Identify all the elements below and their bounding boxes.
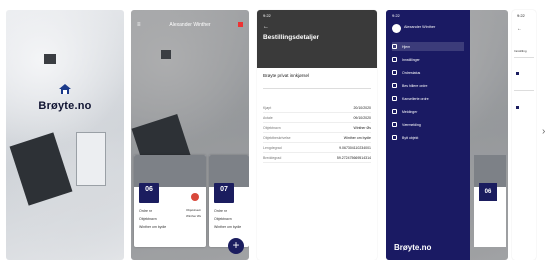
detail-key: Breddegrad [263,155,282,160]
date-badge: 06 [139,183,159,203]
menu-item-label: Innstillinger [402,57,420,62]
status-time: 9:22 [392,13,400,18]
object-desc-row: Winther om bydie [139,225,167,229]
list-icon [392,70,397,75]
object-desc-row: Winther om bydie [214,225,242,229]
menu-icon[interactable]: ≡ [137,22,141,28]
back-arrow-icon[interactable]: ← [263,24,269,30]
menu-item-label: Meldinger [402,109,418,114]
menu-item-label: Ordrestatus [402,70,421,75]
page-subtitle: Innstilling [514,49,527,53]
toggle-icon[interactable] [516,72,519,75]
map-pin-icon[interactable] [191,193,199,201]
drawer-screen: 06 9:22 Alexander Winther Hjem Innstilli… [386,10,508,260]
menu-item-order-status[interactable]: Ordrestatus [392,68,464,77]
detail-row: Kjøpt 20/10/2020 [263,103,371,113]
divider [514,90,534,91]
menu-item-label: Kansellerte ordre [402,96,429,101]
user-icon [392,57,397,62]
detail-row: Breddegrad 59.272475669514314 [263,153,371,163]
menu-item-settings[interactable]: Innstillinger [392,55,464,64]
light-box [161,50,171,59]
toggle-icon[interactable] [516,106,519,109]
check-icon [392,83,397,88]
menu-item-home[interactable]: Hjem [392,42,464,51]
order-number-row: Ordre nr [139,209,153,213]
logo-text: Brøyte.no [38,100,92,112]
back-arrow-icon[interactable]: ← [517,26,522,32]
pin-label-value: Winther Øs [186,214,202,218]
menu-item-weather[interactable]: Værmelding [392,120,464,129]
object-name-row: Objektnavn [214,217,232,221]
detail-value: Winther Øs [353,125,371,130]
detail-key: Objektbeskrivelse [263,135,291,140]
chevron-right-icon[interactable]: › [542,126,545,137]
divider [263,88,371,89]
order-card[interactable]: 07 Ordre nr Objektnavn Winther om bydie [209,155,249,247]
notification-icon[interactable] [238,22,243,27]
plow-machine [9,132,73,206]
detail-value: 20/10/2020 [353,105,371,110]
app-logo: Brøyte.no [6,82,124,112]
section-title: Brøyte privat innkjørsel [263,73,310,78]
status-time: 9:22 [263,13,271,18]
menu-item-switch-object[interactable]: Bytt objekt [392,133,464,142]
menu-item-label: Bytt objekt [402,135,419,140]
nav-drawer: 9:22 Alexander Winther Hjem Innstillinge… [386,10,470,260]
detail-value: 09/10/2020 [353,115,371,120]
detail-row: Objektnavn Winther Øs [263,123,371,133]
page-title: Alexander Winther [169,22,211,28]
menu-item-cancelled[interactable]: Kansellerte ordre [392,94,464,103]
drawer-logo: Brøyte.no [394,243,432,252]
menu-item-completed[interactable]: Bes hillere ordre [392,81,464,90]
detail-key: Avtale [263,115,273,120]
detail-key: Objektnavn [263,125,281,130]
swap-icon [392,135,397,140]
home-screen: Alexander Winther ≡ 06 Ordre nr Objektna… [131,10,249,260]
plow-blade [76,132,106,186]
detail-row: Objektbeskrivelse Winther om bydie [263,133,371,143]
date-badge: 06 [479,183,497,201]
date-day: 07 [220,186,228,193]
detail-row: Lengdegrad 9.067304110234001 [263,143,371,153]
menu-item-label: Hjem [402,44,411,49]
cancel-icon [392,96,397,101]
date-badge: 07 [214,183,234,203]
page-title: Bestillingsdetaljer [263,34,319,41]
menu-item-messages[interactable]: Meldinger [392,107,464,116]
settings-screen: 9:22 ← Innstilling [512,10,536,260]
light-box [44,54,56,64]
status-time: 9:22 [517,13,525,18]
message-icon [392,109,397,114]
divider [514,57,534,58]
order-card[interactable]: 06 Ordre nr Objektnavn Winther om bydie [134,155,206,247]
pin-label: Objektnavn [186,208,202,212]
house-icon [59,84,71,94]
add-order-button[interactable]: + [228,238,244,254]
order-details-screen: 9:22 ← Bestillingsdetaljer Brøyte privat… [257,10,377,260]
cloud-icon [392,122,397,127]
details-list: Kjøpt 20/10/2020 Avtale 09/10/2020 Objektn… [263,103,371,163]
date-day: 06 [145,186,153,193]
order-card[interactable]: 06 [474,155,506,247]
user-name: Alexander Winther [404,25,436,29]
detail-value: 9.067304110234001 [339,145,371,150]
detail-value: 59.272475669514314 [336,155,371,160]
detail-row: Avtale 09/10/2020 [263,113,371,123]
avatar [392,24,401,33]
object-name-row: Objektnavn [139,217,157,221]
menu-item-label: Bes hillere ordre [402,83,428,88]
splash-screen: Brøyte.no [6,10,124,260]
details-header: 9:22 ← Bestillingsdetaljer [257,10,377,68]
detail-value: Winther om bydie [343,135,371,140]
home-icon [392,44,397,49]
detail-key: Lengdegrad [263,145,282,150]
order-number-row: Ordre nr [214,209,228,213]
menu-item-label: Værmelding [402,122,421,127]
detail-key: Kjøpt [263,105,272,110]
